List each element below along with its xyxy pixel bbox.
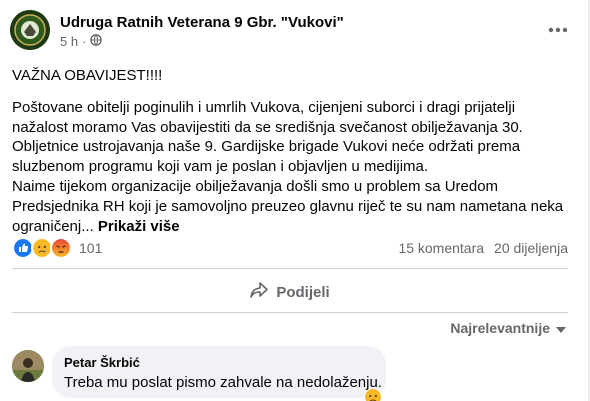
post-card: Udruga Ratnih Veterana 9 Gbr. "Vukovi" 5… (0, 0, 589, 401)
comment-text: Treba mu poslat pismo zahvale na nedolaž… (64, 374, 382, 391)
comments-count[interactable]: 15 komentara (398, 240, 484, 256)
share-icon (250, 282, 269, 302)
sad-icon[interactable] (364, 388, 382, 401)
meta-separator: · (82, 34, 87, 49)
shares-count[interactable]: 20 dijeljenja (494, 240, 568, 256)
post-paragraph: Naime tijekom organizacije obilježavanja… (12, 177, 572, 236)
post-stats: 15 komentara 20 dijeljenja (398, 240, 568, 256)
angry-icon (50, 237, 72, 259)
post-paragraph: Poštovane obitelji poginulih i umrlih Vu… (12, 98, 523, 176)
commenter-avatar[interactable] (12, 350, 44, 382)
page-name[interactable]: Udruga Ratnih Veterana 9 Gbr. "Vukovi" (60, 14, 344, 31)
post-time[interactable]: 5 h (60, 34, 78, 49)
reaction-summary[interactable]: 101 (12, 237, 102, 259)
share-label: Podijeli (276, 283, 330, 301)
chevron-down-icon (556, 320, 566, 336)
reactions-row: 101 15 komentara 20 dijeljenja (12, 236, 568, 260)
comment-bubble: Petar Škrbić Treba mu poslat pismo zahva… (52, 346, 386, 398)
reaction-count[interactable]: 101 (79, 240, 102, 256)
share-button[interactable]: Podijeli (12, 276, 568, 308)
comment-author[interactable]: Petar Škrbić (64, 355, 140, 370)
see-more-link[interactable]: Prikaži više (98, 218, 180, 235)
comment-item: Petar Škrbić Treba mu poslat pismo zahva… (12, 346, 568, 401)
divider (12, 312, 568, 313)
more-options-icon[interactable] (544, 16, 572, 44)
post-header: Udruga Ratnih Veterana 9 Gbr. "Vukovi" 5… (10, 10, 578, 54)
comment-sort-dropdown[interactable]: Najrelevantnije (450, 320, 566, 336)
divider (12, 268, 568, 269)
sort-label: Najrelevantnije (450, 320, 550, 336)
globe-icon (90, 34, 103, 49)
page-avatar[interactable] (10, 10, 50, 50)
post-text: VAŽNA OBAVIJEST!!!! Poštovane obitelji p… (12, 66, 572, 236)
post-meta: 5 h · (60, 34, 103, 49)
post-heading: VAŽNA OBAVIJEST!!!! (12, 67, 163, 84)
post-paragraph-text: Naime tijekom organizacije obilježavanja… (12, 177, 564, 235)
